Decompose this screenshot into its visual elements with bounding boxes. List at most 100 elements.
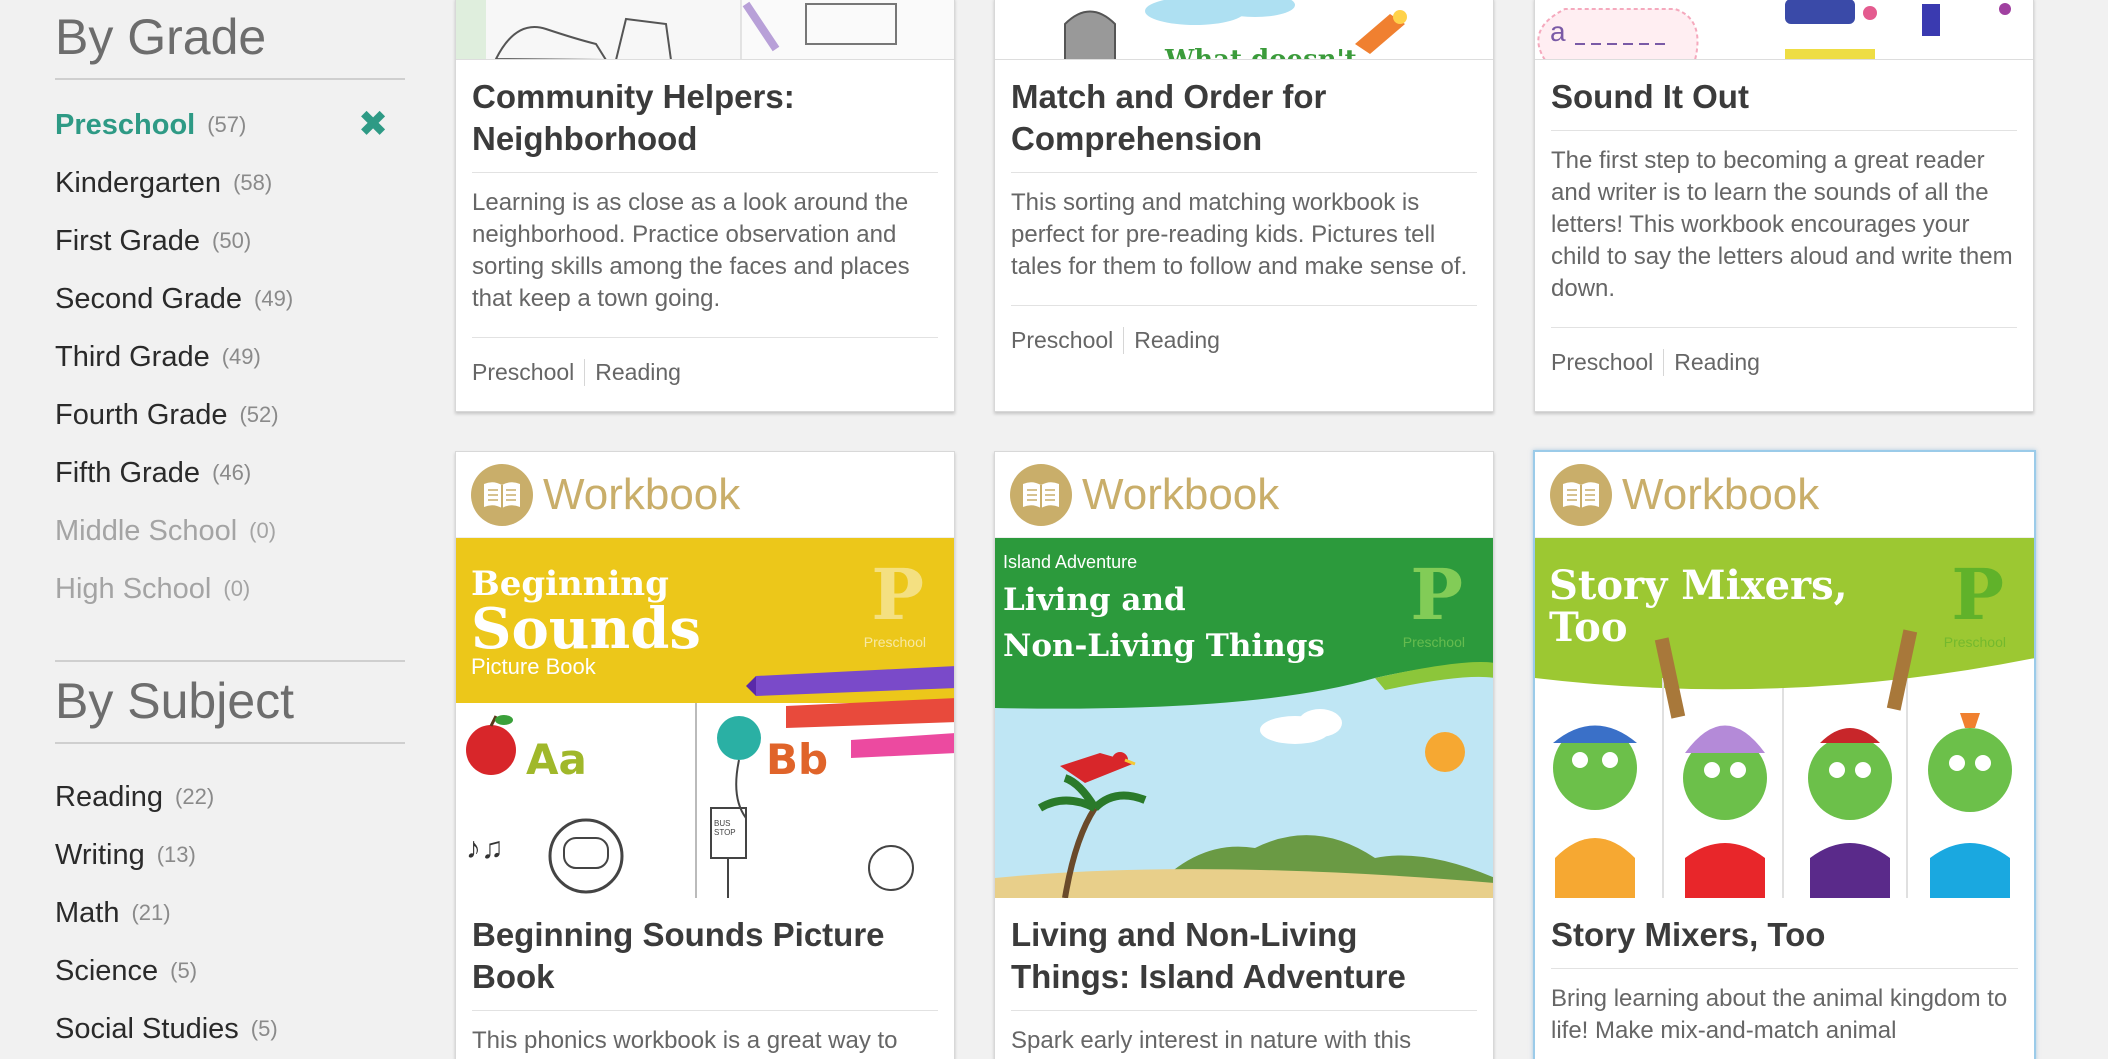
tag-subject[interactable]: Reading <box>1663 348 1760 376</box>
grade-filter-middle-school: Middle School (0) <box>55 502 405 560</box>
filter-count: (57) <box>207 112 247 137</box>
svg-text:♪♫: ♪♫ <box>466 832 504 865</box>
grade-filter-fourth-grade[interactable]: Fourth Grade (52) <box>55 386 405 444</box>
filter-count: (13) <box>156 842 196 867</box>
filter-count: (0) <box>249 518 277 543</box>
subject-filter-social-studies[interactable]: Social Studies (5) <box>55 1000 405 1058</box>
workbook-card[interactable]: Workbook Beginning Sounds Picture Book P… <box>455 451 955 1059</box>
grade-filter-fifth-grade[interactable]: Fifth Grade (46) <box>55 444 405 502</box>
subject-filter-writing[interactable]: Writing (13) <box>55 826 405 884</box>
card-description: This phonics workbook is a great way to <box>472 1011 938 1059</box>
workbook-book-icon <box>1010 463 1072 526</box>
card-type-label: Workbook <box>1622 469 1820 519</box>
cover-kicker: Island Adventure <box>1003 552 1138 572</box>
card-description: Learning is as close as a look around th… <box>472 173 938 338</box>
filter-count: (49) <box>221 344 261 369</box>
filter-count: (58) <box>233 170 273 195</box>
subject-filter-list: Reading (22) Writing (13) Math (21) Scie… <box>55 768 405 1058</box>
cover-title-line1: Living and <box>1003 582 1186 618</box>
card-title[interactable]: Beginning Sounds Picture Book <box>472 898 938 1011</box>
grade-filter-second-grade[interactable]: Second Grade (49) <box>55 270 405 328</box>
filter-label: Science <box>55 954 159 987</box>
grade-filter-high-school: High School (0) <box>55 560 405 618</box>
tag-subject[interactable]: Reading <box>1123 326 1220 354</box>
filter-label: Reading <box>55 780 164 813</box>
filter-count: (49) <box>254 286 294 311</box>
tag-grade[interactable]: Preschool <box>1011 327 1113 354</box>
book-cover-image[interactable]: Story Mixers, Too P Preschool <box>1535 538 2034 898</box>
clear-filter-icon[interactable]: ✖ <box>358 106 388 142</box>
card-type-label: Workbook <box>543 469 741 519</box>
cover-thumbnail[interactable]: What doesn't <box>995 0 1493 60</box>
filter-count: (21) <box>131 900 171 925</box>
grade-word: Preschool <box>1402 634 1465 650</box>
grade-filter-section: By Grade Preschool (57) ✖ Kindergarten (… <box>55 12 405 618</box>
card-title[interactable]: Sound It Out <box>1551 60 2017 131</box>
grade-letter: P <box>1410 553 1463 636</box>
subject-filter-science[interactable]: Science (5) <box>55 942 405 1000</box>
card-description: Bring learning about the animal kingdom … <box>1551 969 2018 1059</box>
subject-filter-reading[interactable]: Reading (22) <box>55 768 405 826</box>
thumbnail-caption: What doesn't <box>1165 45 1357 60</box>
card-type-header: Workbook <box>1535 452 2034 538</box>
grade-filter-kindergarten[interactable]: Kindergarten (58) <box>55 154 405 212</box>
cover-title-line1: Story Mixers, <box>1549 562 1848 609</box>
filter-label: Math <box>55 896 120 929</box>
bus-stop-sign: BUS STOP <box>714 819 736 837</box>
tag-grade[interactable]: Preschool <box>472 359 574 386</box>
filter-sidebar: By Grade Preschool (57) ✖ Kindergarten (… <box>55 0 405 1058</box>
workbook-card[interactable]: Workbook Story Mixers, Too P Preschool S… <box>1533 450 2036 1059</box>
grade-word: Preschool <box>1943 634 2006 650</box>
cover-thumbnail[interactable] <box>456 0 954 60</box>
filter-count: (22) <box>175 784 215 809</box>
filter-label: First Grade <box>55 224 201 257</box>
filter-label: Fourth Grade <box>55 398 228 431</box>
card-title[interactable]: Living and Non-Living Things: Island Adv… <box>1011 898 1477 1011</box>
workbook-card[interactable]: Community Helpers: Neighborhood Learning… <box>455 0 955 412</box>
card-description: The first step to becoming a great reade… <box>1551 131 2017 328</box>
filter-label: Middle School <box>55 514 238 547</box>
card-title[interactable]: Story Mixers, Too <box>1551 898 2018 969</box>
book-cover-image[interactable]: Beginning Sounds Picture Book P Preschoo… <box>456 538 954 898</box>
workbook-card[interactable]: a Sound It Out The first step to becomin… <box>1534 0 2034 412</box>
subject-filter-section: By Subject Reading (22) Writing (13) Mat… <box>55 660 405 1058</box>
card-type-header: Workbook <box>456 452 954 538</box>
page: By Grade Preschool (57) ✖ Kindergarten (… <box>0 0 2108 1059</box>
card-tags: Preschool Reading <box>1551 328 2017 396</box>
filter-count: (5) <box>170 958 198 983</box>
grade-filter-third-grade[interactable]: Third Grade (49) <box>55 328 405 386</box>
filter-label: High School <box>55 572 212 605</box>
filter-count: (0) <box>223 576 251 601</box>
workbook-card[interactable]: Workbook Island Adventure Living and Non… <box>994 451 1494 1059</box>
tag-subject[interactable]: Reading <box>584 358 681 386</box>
card-type-label: Workbook <box>1082 469 1280 519</box>
filter-label: Second Grade <box>55 282 243 315</box>
card-title[interactable]: Community Helpers: Neighborhood <box>472 60 938 173</box>
cover-thumbnail[interactable]: a <box>1535 0 2033 60</box>
filter-label: Kindergarten <box>55 166 222 199</box>
subject-section-title: By Subject <box>55 676 405 744</box>
grade-filter-first-grade[interactable]: First Grade (50) <box>55 212 405 270</box>
filter-label: Fifth Grade <box>55 456 201 489</box>
card-tags: Preschool Reading <box>472 338 938 406</box>
filter-count: (50) <box>212 228 252 253</box>
workbook-book-icon <box>1550 463 1612 526</box>
book-cover-image[interactable]: Island Adventure Living and Non-Living T… <box>995 538 1493 898</box>
grade-filter-preschool[interactable]: Preschool (57) ✖ <box>55 96 405 154</box>
subject-filter-math[interactable]: Math (21) <box>55 884 405 942</box>
grade-section-title: By Grade <box>55 12 405 80</box>
cover-title-line2: Non-Living Things <box>1003 628 1325 664</box>
svg-text:a: a <box>1550 16 1566 47</box>
card-type-header: Workbook <box>995 452 1493 538</box>
filter-label: Preschool <box>55 108 196 141</box>
filter-label: Social Studies <box>55 1012 239 1045</box>
letter-a: Aa <box>526 735 587 784</box>
card-description: Spark early interest in nature with this <box>1011 1011 1477 1059</box>
workbook-card[interactable]: What doesn't Match and Order for Compreh… <box>994 0 1494 412</box>
card-title[interactable]: Match and Order for Comprehension <box>1011 60 1477 173</box>
tag-grade[interactable]: Preschool <box>1551 349 1653 376</box>
filter-count: (46) <box>212 460 252 485</box>
card-description: This sorting and matching workbook is pe… <box>1011 173 1477 306</box>
grade-filter-list: Preschool (57) ✖ Kindergarten (58) First… <box>55 96 405 618</box>
letter-b: Bb <box>766 735 829 784</box>
